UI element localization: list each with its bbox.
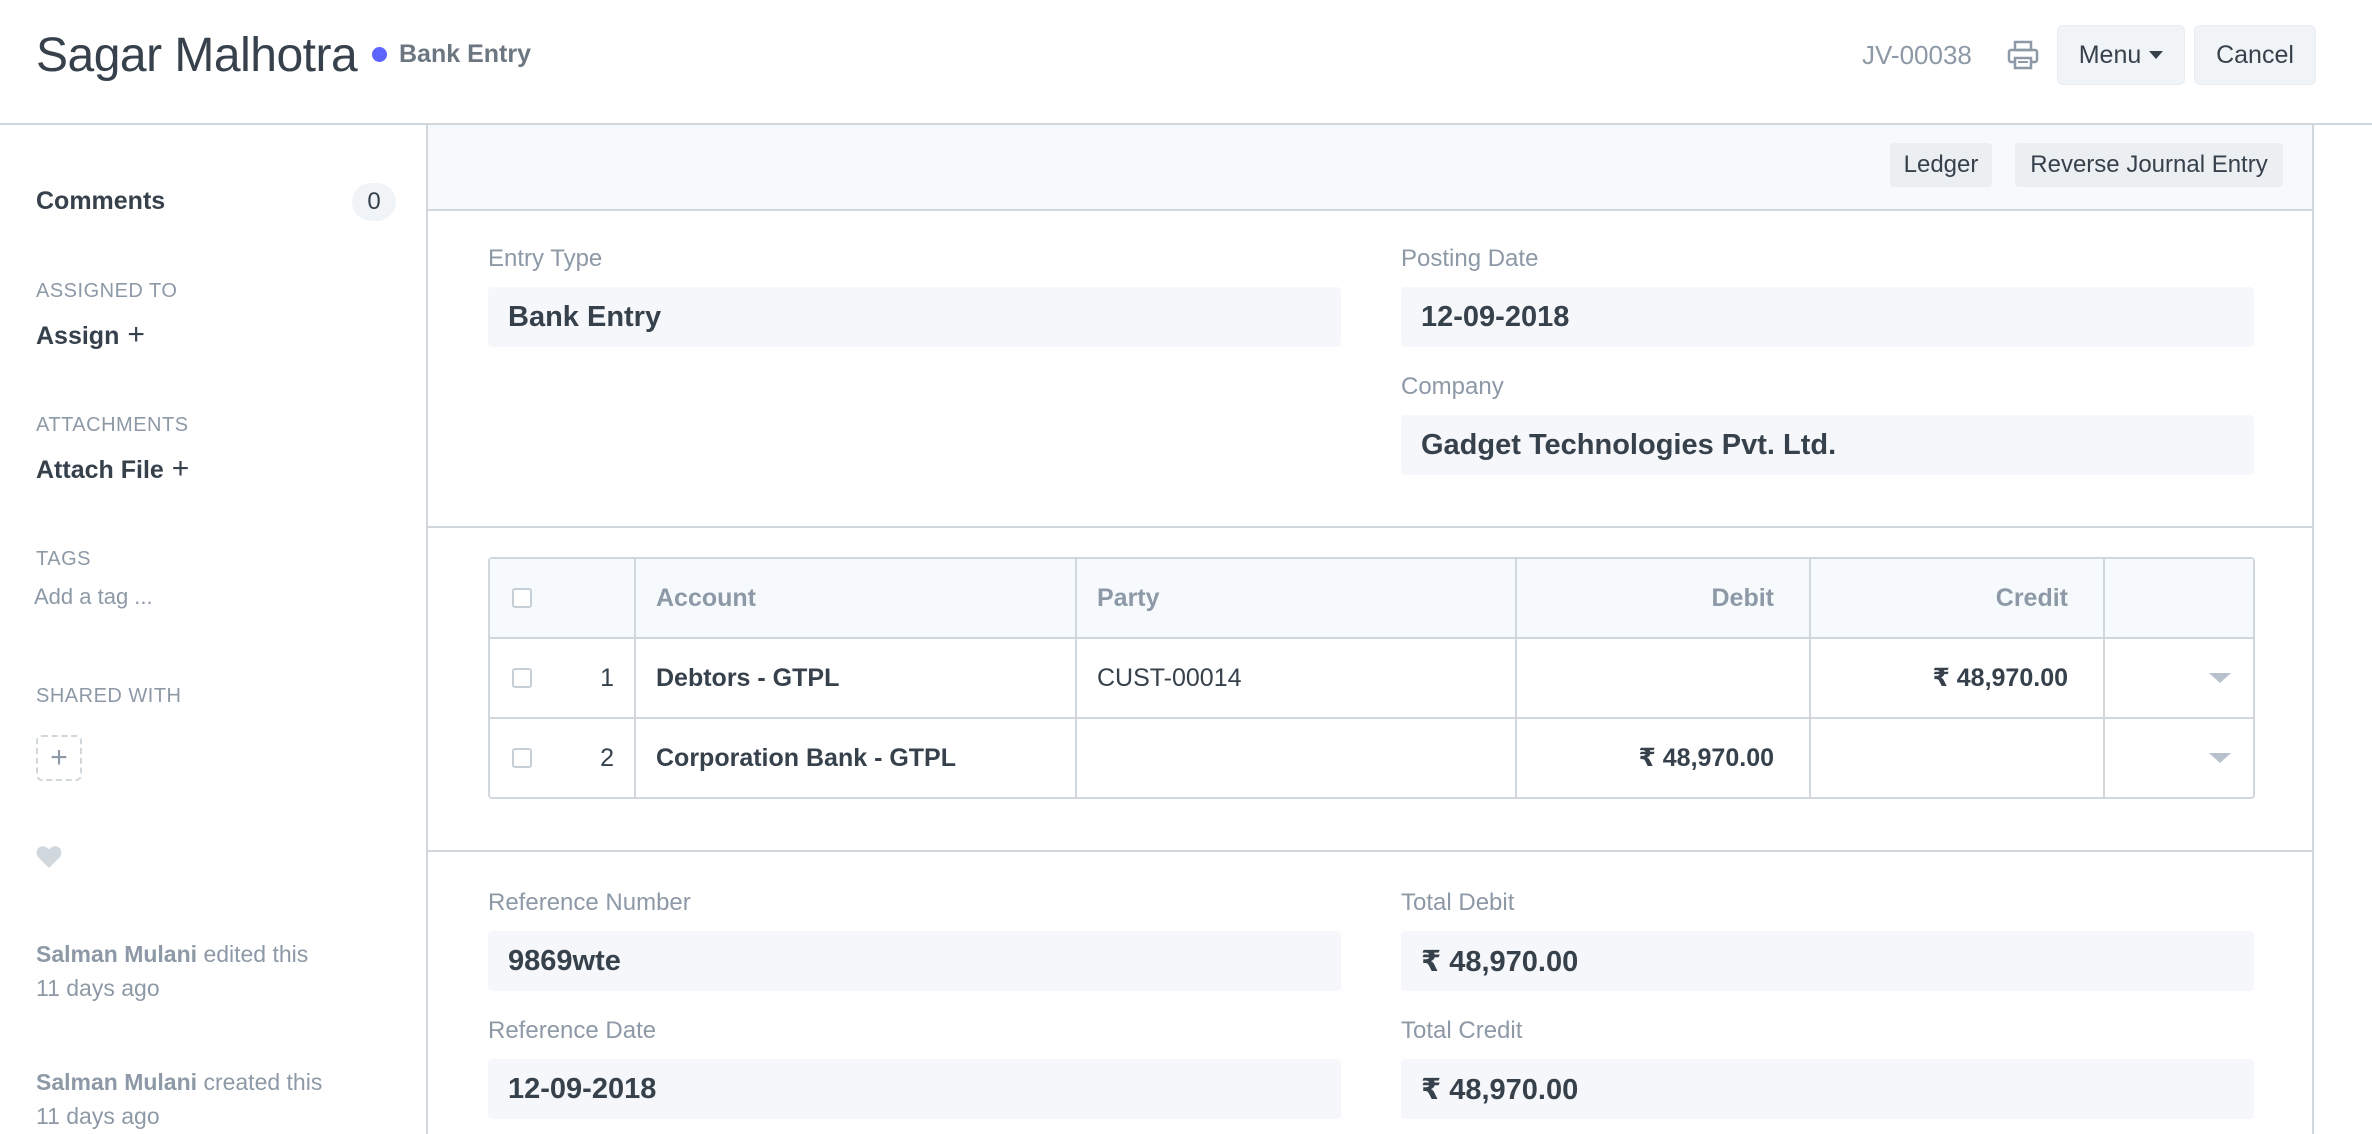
account-cell[interactable]: Corporation Bank - GTPL <box>656 719 956 797</box>
column-header-credit: Credit <box>1995 583 2068 612</box>
row-edit-dropdown[interactable] <box>2105 719 2253 797</box>
column-header-account: Account <box>656 583 756 612</box>
column-header-debit: Debit <box>1711 583 1775 612</box>
reverse-journal-entry-button[interactable]: Reverse Journal Entry <box>2015 143 2283 187</box>
attach-file-label: Attach File <box>36 456 164 484</box>
posting-date-field[interactable]: 12-09-2018 <box>1401 287 2254 347</box>
form-toolbar: Ledger Reverse Journal Entry <box>428 125 2312 211</box>
row-edit-dropdown[interactable] <box>2105 639 2253 717</box>
activity-item: Salman Mulani created this 11 days ago <box>36 1065 322 1133</box>
assign-button[interactable]: Assign + <box>36 318 145 352</box>
page-header: Sagar Malhotra Bank Entry JV-00038 Menu … <box>0 0 2372 125</box>
status-indicator: Bank Entry <box>372 40 531 69</box>
row-index: 1 <box>600 663 614 692</box>
select-all-checkbox[interactable] <box>512 559 552 637</box>
document-id: JV-00038 <box>1862 40 1972 70</box>
total-credit-label: Total Credit <box>1401 1017 1523 1044</box>
activity-item: Salman Mulani edited this 11 days ago <box>36 937 308 1005</box>
add-tag-input[interactable]: Add a tag ... <box>34 584 153 610</box>
total-debit-field: ₹ 48,970.00 <box>1401 931 2254 991</box>
printer-icon[interactable] <box>2007 40 2039 70</box>
column-header-party: Party <box>1097 583 1160 612</box>
account-cell[interactable]: Debtors - GTPL <box>656 639 839 717</box>
chevron-down-icon <box>2149 51 2164 59</box>
activity-action: created this <box>203 1069 323 1095</box>
posting-date-label: Posting Date <box>1401 245 1539 272</box>
activity-time: 11 days ago <box>36 975 160 1001</box>
table-header: Account Party Debit Credit <box>490 559 2253 639</box>
row-checkbox[interactable] <box>512 639 552 717</box>
accounts-table: Account Party Debit Credit 1 Debtors - G… <box>488 557 2255 799</box>
menu-button[interactable]: Menu <box>2057 25 2185 85</box>
company-label: Company <box>1401 373 1504 400</box>
chevron-down-icon <box>2209 753 2231 763</box>
menu-button-label: Menu <box>2078 40 2142 69</box>
row-index: 2 <box>600 743 614 772</box>
shared-with-label: SHARED WITH <box>36 685 182 707</box>
heart-icon[interactable] <box>36 845 62 869</box>
activity-action: edited this <box>203 941 309 967</box>
total-debit-label: Total Debit <box>1401 889 1515 916</box>
comments-count-badge: 0 <box>352 183 396 221</box>
table-row[interactable]: 1 Debtors - GTPL CUST-00014 ₹ 48,970.00 <box>490 639 2253 719</box>
debit-cell[interactable] <box>1517 639 1796 717</box>
activity-user[interactable]: Salman Mulani <box>36 941 197 967</box>
cancel-button[interactable]: Cancel <box>2194 25 2316 85</box>
assign-label: Assign <box>36 322 120 350</box>
reference-number-field[interactable]: 9869wte <box>488 931 1341 991</box>
party-cell[interactable]: CUST-00014 <box>1097 639 1242 717</box>
reference-date-field[interactable]: 12-09-2018 <box>488 1059 1341 1119</box>
ledger-button[interactable]: Ledger <box>1890 143 1992 187</box>
attachments-label: ATTACHMENTS <box>36 414 189 436</box>
credit-cell[interactable] <box>1811 719 2090 797</box>
entry-type-label: Entry Type <box>488 245 603 272</box>
comments-link[interactable]: Comments <box>36 187 165 216</box>
assigned-to-label: ASSIGNED TO <box>36 280 178 302</box>
entry-type-field[interactable]: Bank Entry <box>488 287 1341 347</box>
page-title: Sagar Malhotra <box>36 29 358 82</box>
row-checkbox[interactable] <box>512 719 552 797</box>
reference-date-label: Reference Date <box>488 1017 657 1044</box>
status-label: Bank Entry <box>399 40 531 68</box>
add-share-button[interactable]: + <box>36 735 82 781</box>
section-divider <box>428 526 2312 528</box>
status-dot-icon <box>372 47 387 62</box>
attach-file-button[interactable]: Attach File + <box>36 452 189 486</box>
plus-icon: + <box>171 452 190 485</box>
company-field[interactable]: Gadget Technologies Pvt. Ltd. <box>1401 415 2254 475</box>
total-credit-field: ₹ 48,970.00 <box>1401 1059 2254 1119</box>
table-row[interactable]: 2 Corporation Bank - GTPL ₹ 48,970.00 <box>490 719 2253 797</box>
form-main: Ledger Reverse Journal Entry Entry Type … <box>426 125 2314 1134</box>
activity-time: 11 days ago <box>36 1103 160 1129</box>
reference-number-label: Reference Number <box>488 889 691 916</box>
section-divider <box>428 850 2312 852</box>
debit-cell[interactable]: ₹ 48,970.00 <box>1517 719 1796 797</box>
credit-cell[interactable]: ₹ 48,970.00 <box>1811 639 2090 717</box>
plus-icon: + <box>127 318 145 351</box>
plus-icon: + <box>50 741 68 774</box>
chevron-down-icon <box>2209 673 2231 683</box>
sidebar: Comments 0 ASSIGNED TO Assign + ATTACHMEN… <box>0 125 425 1134</box>
activity-user[interactable]: Salman Mulani <box>36 1069 197 1095</box>
tags-label: TAGS <box>36 548 91 570</box>
